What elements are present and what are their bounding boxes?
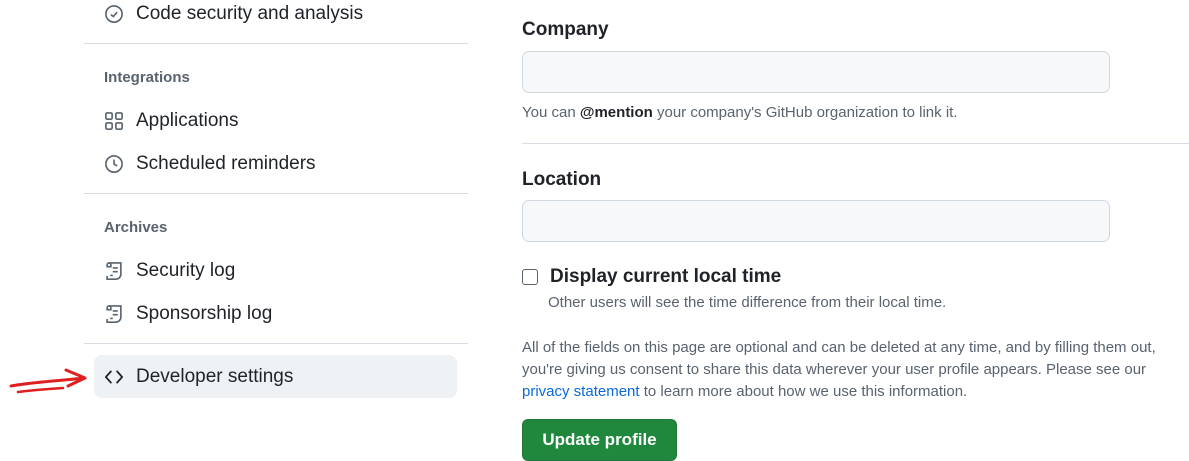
clock-icon: [104, 154, 124, 174]
sidebar-item-label: Code security and analysis: [136, 3, 364, 24]
update-profile-button[interactable]: Update profile: [522, 419, 677, 461]
company-hint: You can @mention your company's GitHub o…: [522, 104, 958, 121]
sidebar-item-sponsorship-log[interactable]: Sponsorship log: [104, 297, 272, 331]
sidebar-item-code-security[interactable]: Code security and analysis: [104, 0, 363, 31]
local-time-label[interactable]: Display current local time: [550, 266, 781, 288]
company-label: Company: [522, 19, 609, 40]
annotation-arrow-icon: [9, 368, 87, 394]
profile-form: Company You can @mention your company's …: [480, 0, 1189, 461]
sidebar-item-security-log[interactable]: Security log: [104, 254, 235, 288]
sidebar-divider: [84, 43, 468, 44]
company-input[interactable]: [522, 51, 1110, 93]
location-input[interactable]: [522, 200, 1110, 242]
sidebar-item-label: Scheduled reminders: [136, 153, 316, 174]
log-icon: [104, 304, 124, 324]
local-time-checkbox[interactable]: [522, 269, 538, 285]
shield-icon: [104, 4, 124, 24]
log-icon: [104, 261, 124, 281]
sidebar-item-label: Applications: [136, 110, 239, 131]
settings-sidebar: Code security and analysis Integrations …: [0, 0, 480, 457]
sidebar-divider: [84, 343, 468, 344]
local-time-row: Display current local time: [522, 266, 781, 288]
location-label: Location: [522, 169, 602, 190]
privacy-statement-link[interactable]: privacy statement: [522, 383, 640, 400]
mention-text: @mention: [579, 104, 653, 121]
sidebar-item-label: Security log: [136, 260, 236, 281]
privacy-disclaimer: All of the fields on this page are optio…: [522, 339, 1156, 400]
form-divider: [522, 143, 1189, 144]
sidebar-item-scheduled-reminders[interactable]: Scheduled reminders: [104, 147, 316, 181]
sidebar-item-applications[interactable]: Applications: [104, 104, 238, 138]
sidebar-item-label: Sponsorship log: [136, 303, 273, 324]
apps-grid-icon: [104, 111, 124, 131]
sidebar-item-label: Developer settings: [136, 365, 294, 387]
sidebar-divider: [84, 193, 468, 194]
section-heading-archives: Archives: [104, 219, 168, 236]
sidebar-item-developer-settings[interactable]: Developer settings: [94, 355, 457, 398]
local-time-note: Other users will see the time difference…: [548, 294, 947, 311]
section-heading-integrations: Integrations: [104, 69, 190, 86]
code-icon: [104, 367, 124, 387]
